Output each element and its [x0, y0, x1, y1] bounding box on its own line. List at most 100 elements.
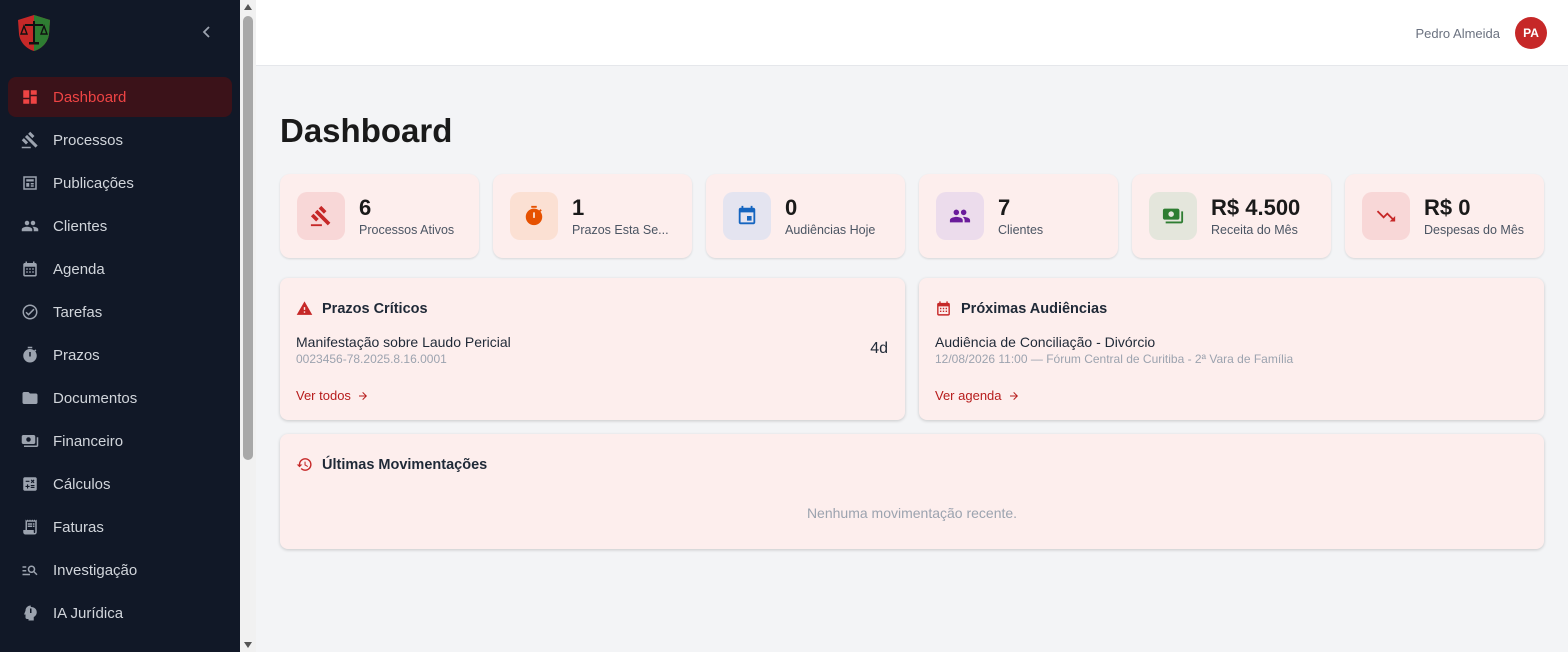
gavel-icon — [310, 205, 331, 227]
sidebar-item-label: Agenda — [53, 260, 105, 278]
deadline-item-process-number: 0023456-78.2025.8.16.0001 — [296, 352, 447, 366]
search-list-icon — [22, 565, 38, 576]
calendar-icon — [23, 261, 37, 277]
sidebar-item-label: Cálculos — [53, 475, 111, 493]
stat-label: Prazos Esta Se... — [572, 223, 669, 237]
stat-value: R$ 4.500 — [1211, 195, 1301, 220]
newspaper-icon — [23, 176, 37, 190]
collapse-sidebar-chevron-icon[interactable] — [199, 24, 215, 40]
sidebar-item-label: Financeiro — [53, 432, 124, 450]
sidebar-item-agenda[interactable]: Agenda — [8, 249, 232, 289]
stat-value: R$ 0 — [1424, 195, 1471, 220]
check-circle-icon — [22, 304, 38, 320]
calendar-icon — [937, 301, 950, 316]
stat-icon-bg — [297, 192, 345, 240]
sidebar-scrollbar[interactable] — [240, 0, 256, 652]
view-agenda-link[interactable]: Ver agenda — [935, 388, 1020, 403]
arrow-right-icon — [1009, 391, 1018, 400]
sidebar-item-tarefas[interactable]: Tarefas — [8, 292, 232, 332]
gavel-icon — [21, 131, 38, 149]
sidebar-item-label: Dashboard — [53, 88, 127, 106]
sidebar-item-label: Prazos — [53, 346, 100, 364]
scroll-thumb[interactable] — [243, 16, 253, 460]
stat-icon-bg — [1149, 192, 1197, 240]
calculator-icon — [23, 477, 37, 491]
sidebar: Dashboard Processos Publicações Clientes… — [0, 0, 240, 652]
card-title-text: Prazos Críticos — [322, 300, 428, 317]
sidebar-item-label: Investigação — [53, 561, 138, 579]
people-icon — [949, 209, 971, 223]
stat-icon-bg — [1362, 192, 1410, 240]
link-text: Ver todos — [296, 388, 351, 403]
sidebar-item-label: Clientes — [53, 217, 108, 235]
top-header: Pedro Almeida PA — [256, 0, 1568, 66]
stat-card-receita[interactable]: R$ 4.500 Receita do Mês — [1132, 174, 1331, 258]
hearing-item-title[interactable]: Audiência de Conciliação - Divórcio — [935, 334, 1155, 350]
stat-icon-bg — [723, 192, 771, 240]
sidebar-item-label: Documentos — [53, 389, 138, 407]
scroll-up-arrow-icon[interactable] — [243, 2, 253, 12]
movements-card: Últimas Movimentações Nenhuma movimentaç… — [280, 434, 1544, 549]
stats-row: 6 Processos Ativos 1 Prazos Esta Se... 0… — [280, 174, 1544, 258]
sidebar-item-dashboard[interactable]: Dashboard — [8, 77, 232, 117]
trending-down-icon — [1376, 210, 1396, 222]
hearing-item-details: 12/08/2026 11:00 — Fórum Central de Curi… — [935, 352, 1294, 366]
stat-value: 6 — [359, 195, 372, 220]
dashboard-icon — [23, 90, 37, 104]
stat-label: Clientes — [998, 223, 1044, 237]
sidebar-item-label: IA Jurídica — [53, 604, 124, 622]
user-name: Pedro Almeida — [1415, 26, 1500, 41]
stat-card-clientes[interactable]: 7 Clientes — [919, 174, 1118, 258]
view-all-deadlines-link[interactable]: Ver todos — [296, 388, 369, 403]
stat-icon-bg — [510, 192, 558, 240]
history-icon — [296, 458, 312, 471]
sidebar-item-label: Faturas — [53, 518, 104, 536]
sidebar-item-calculos[interactable]: Cálculos — [8, 464, 232, 504]
stat-value: 1 — [572, 195, 585, 220]
hearings-card: Próximas Audiências Audiência de Concili… — [919, 278, 1544, 420]
deadline-days-badge: 4d — [870, 340, 888, 357]
scroll-down-arrow-icon[interactable] — [243, 640, 253, 650]
sidebar-nav: Dashboard Processos Publicações Clientes… — [8, 77, 232, 636]
invoice-icon — [23, 519, 37, 535]
deadline-item-title[interactable]: Manifestação sobre Laudo Pericial — [296, 334, 511, 350]
folder-icon — [22, 392, 38, 404]
timer-icon — [23, 346, 37, 363]
sidebar-item-investigacao[interactable]: Investigação — [8, 550, 232, 590]
stat-value: 7 — [998, 195, 1011, 220]
sidebar-item-faturas[interactable]: Faturas — [8, 507, 232, 547]
stat-value: 0 — [785, 195, 798, 220]
stat-card-audiencias[interactable]: 0 Audiências Hoje — [706, 174, 905, 258]
sidebar-item-label: Processos — [53, 131, 124, 149]
page-title: Dashboard — [280, 112, 453, 149]
stat-label: Audiências Hoje — [785, 223, 876, 237]
sidebar-item-clientes[interactable]: Clientes — [8, 206, 232, 246]
sidebar-item-label: Publicações — [53, 174, 134, 192]
scales-shield-logo-icon — [18, 15, 50, 51]
stat-icon-bg — [936, 192, 984, 240]
sidebar-item-ia-juridica[interactable]: IA Jurídica — [8, 593, 232, 633]
stat-card-processos[interactable]: 6 Processos Ativos — [280, 174, 479, 258]
timer-icon — [525, 205, 543, 226]
stat-card-despesas[interactable]: R$ 0 Despesas do Mês — [1345, 174, 1544, 258]
card-title: Prazos Críticos — [296, 300, 428, 317]
stat-card-prazos[interactable]: 1 Prazos Esta Se... — [493, 174, 692, 258]
sidebar-item-processos[interactable]: Processos — [8, 120, 232, 160]
sidebar-item-prazos[interactable]: Prazos — [8, 335, 232, 375]
sidebar-item-label: Tarefas — [53, 303, 103, 321]
money-icon — [21, 435, 39, 447]
card-title-text: Últimas Movimentações — [322, 456, 488, 473]
stat-label: Despesas do Mês — [1424, 223, 1525, 237]
avatar[interactable]: PA — [1515, 17, 1547, 49]
sidebar-item-financeiro[interactable]: Financeiro — [8, 421, 232, 461]
card-title: Próximas Audiências — [935, 300, 1107, 317]
sidebar-item-publicacoes[interactable]: Publicações — [8, 163, 232, 203]
warning-icon — [296, 301, 313, 315]
money-icon — [1162, 208, 1184, 224]
ai-brain-icon — [24, 605, 37, 621]
sidebar-item-documentos[interactable]: Documentos — [8, 378, 232, 418]
stat-label: Receita do Mês — [1211, 223, 1298, 237]
deadlines-card: Prazos Críticos Manifestação sobre Laudo… — [280, 278, 905, 420]
calendar-icon — [738, 205, 756, 225]
arrow-right-icon — [358, 391, 367, 400]
